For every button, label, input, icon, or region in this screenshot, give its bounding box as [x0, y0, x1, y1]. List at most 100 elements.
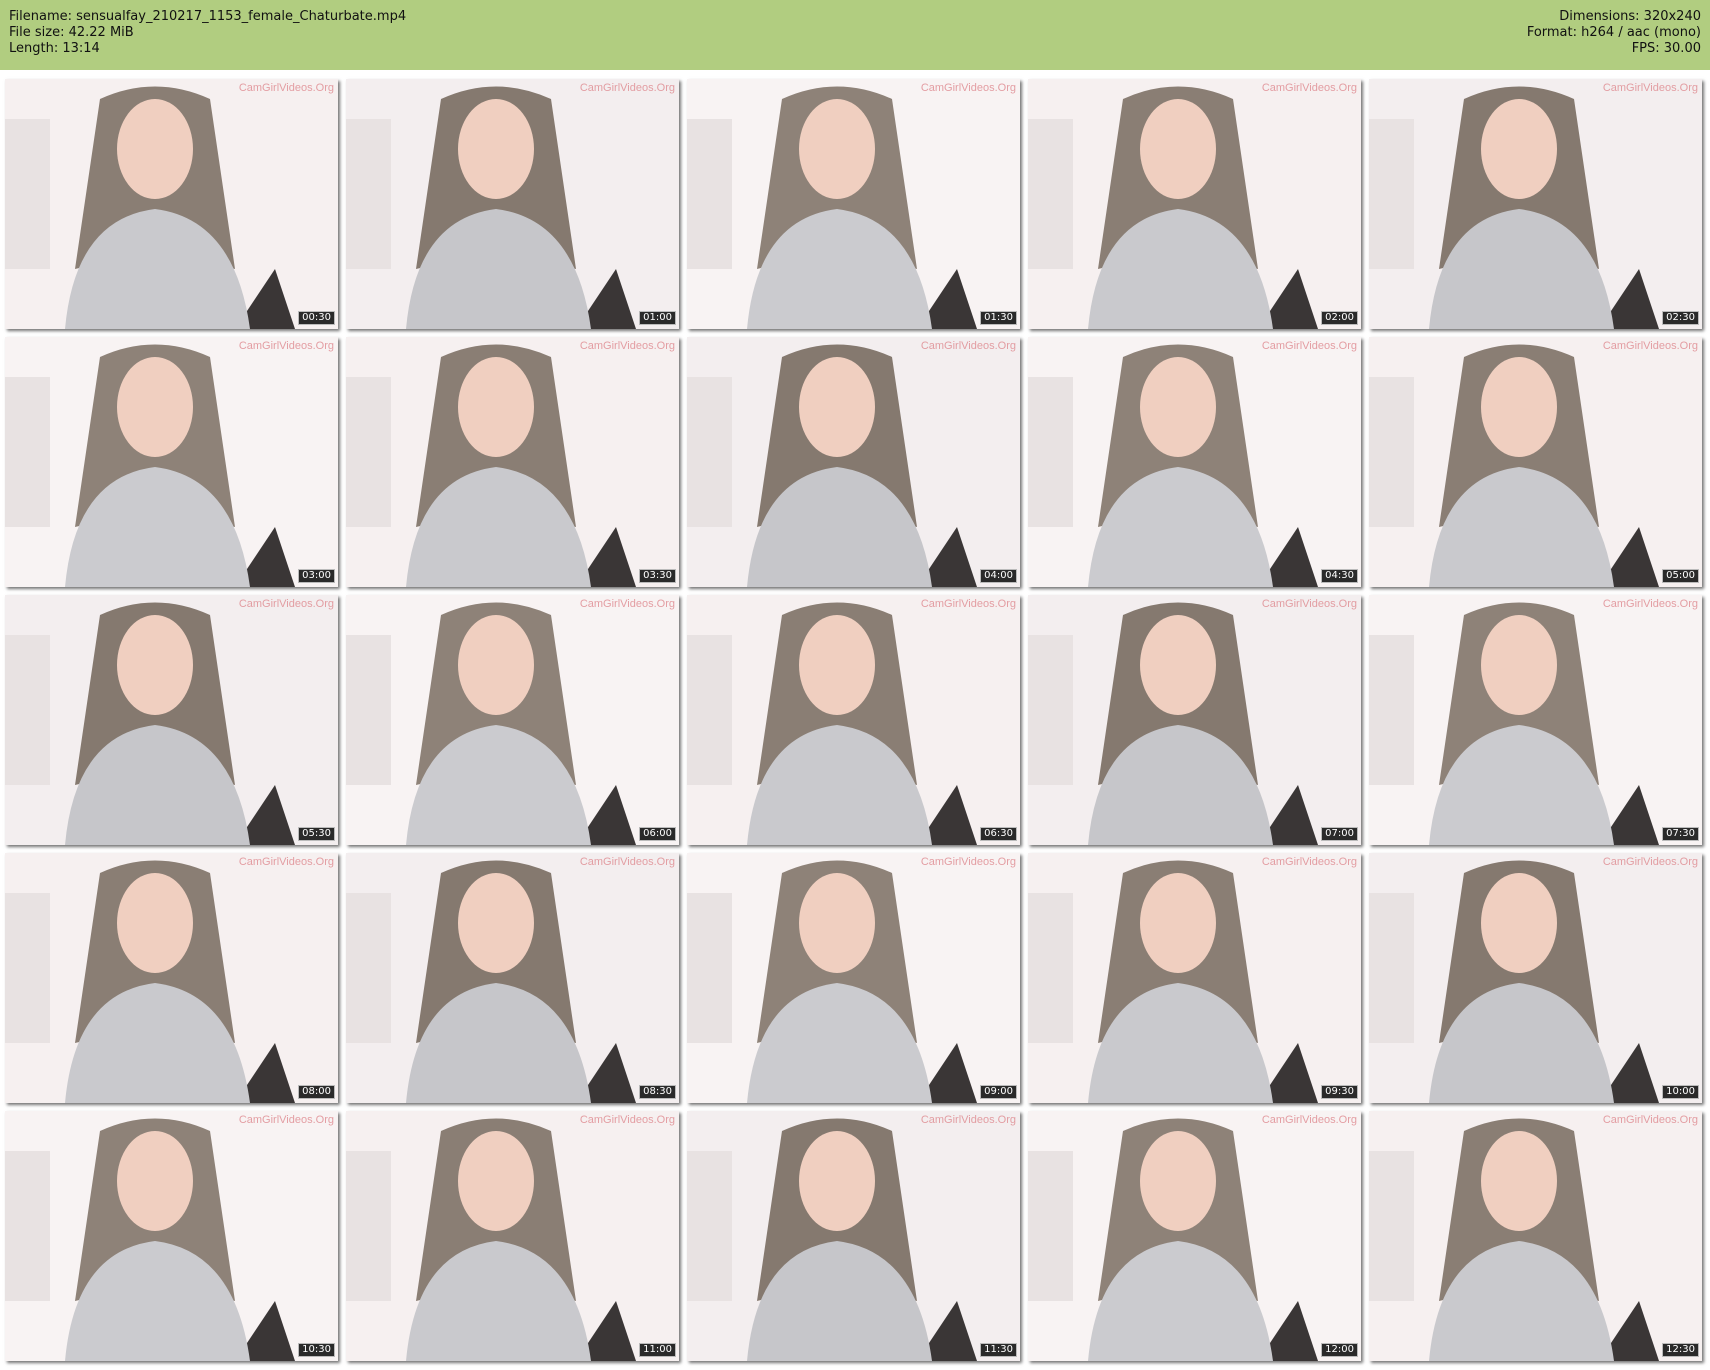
- timestamp-label: 09:00: [980, 1085, 1017, 1099]
- thumbnail-frame: [1369, 595, 1702, 845]
- thumbnail-frame: [1369, 79, 1702, 329]
- video-thumbnail: CamGirlVideos.Org 06:30: [687, 595, 1020, 845]
- thumbnail-frame: [5, 79, 338, 329]
- watermark-text: CamGirlVideos.Org: [579, 340, 675, 352]
- timestamp-label: 06:00: [639, 827, 676, 841]
- watermark-text: CamGirlVideos.Org: [1261, 598, 1357, 610]
- watermark-text: CamGirlVideos.Org: [238, 82, 334, 94]
- video-thumbnail: CamGirlVideos.Org 04:00: [687, 337, 1020, 587]
- video-thumbnail: CamGirlVideos.Org 08:00: [5, 853, 338, 1103]
- video-thumbnail: CamGirlVideos.Org 11:00: [346, 1111, 679, 1361]
- thumbnail-frame: [1369, 1111, 1702, 1361]
- watermark-text: CamGirlVideos.Org: [238, 598, 334, 610]
- thumbnail-frame: [687, 595, 1020, 845]
- thumbnail-frame: [346, 79, 679, 329]
- thumbnail-frame: [346, 1111, 679, 1361]
- watermark-text: CamGirlVideos.Org: [1602, 1114, 1698, 1126]
- watermark-text: CamGirlVideos.Org: [238, 340, 334, 352]
- video-thumbnail: CamGirlVideos.Org 09:30: [1028, 853, 1361, 1103]
- timestamp-label: 03:00: [298, 569, 335, 583]
- timestamp-label: 08:00: [298, 1085, 335, 1099]
- video-thumbnail: CamGirlVideos.Org 07:30: [1369, 595, 1702, 845]
- length-text: Length: 13:14: [9, 41, 100, 56]
- timestamp-label: 00:30: [298, 311, 335, 325]
- watermark-text: CamGirlVideos.Org: [920, 856, 1016, 868]
- watermark-text: CamGirlVideos.Org: [579, 856, 675, 868]
- timestamp-label: 02:00: [1321, 311, 1358, 325]
- thumbnail-frame: [346, 853, 679, 1103]
- video-thumbnail: CamGirlVideos.Org 04:30: [1028, 337, 1361, 587]
- watermark-text: CamGirlVideos.Org: [920, 1114, 1016, 1126]
- timestamp-label: 09:30: [1321, 1085, 1358, 1099]
- timestamp-label: 10:00: [1662, 1085, 1699, 1099]
- video-thumbnail: CamGirlVideos.Org 05:30: [5, 595, 338, 845]
- timestamp-label: 04:00: [980, 569, 1017, 583]
- file-info-right: Dimensions: 320x240 Format: h264 / aac (m…: [1527, 9, 1701, 57]
- timestamp-label: 12:30: [1662, 1343, 1699, 1357]
- thumbnail-frame: [1028, 79, 1361, 329]
- video-thumbnail: CamGirlVideos.Org 12:00: [1028, 1111, 1361, 1361]
- thumbnail-frame: [687, 1111, 1020, 1361]
- video-thumbnail: CamGirlVideos.Org 09:00: [687, 853, 1020, 1103]
- watermark-text: CamGirlVideos.Org: [238, 1114, 334, 1126]
- watermark-text: CamGirlVideos.Org: [1261, 82, 1357, 94]
- timestamp-label: 03:30: [639, 569, 676, 583]
- watermark-text: CamGirlVideos.Org: [579, 1114, 675, 1126]
- watermark-text: CamGirlVideos.Org: [1602, 856, 1698, 868]
- thumbnail-frame: [1028, 595, 1361, 845]
- watermark-text: CamGirlVideos.Org: [920, 82, 1016, 94]
- video-thumbnail: CamGirlVideos.Org 03:00: [5, 337, 338, 587]
- timestamp-label: 05:00: [1662, 569, 1699, 583]
- timestamp-label: 10:30: [298, 1343, 335, 1357]
- info-header: Filename: sensualfay_210217_1153_female_…: [0, 0, 1710, 70]
- timestamp-label: 07:30: [1662, 827, 1699, 841]
- thumbnail-frame: [1028, 337, 1361, 587]
- video-thumbnail: CamGirlVideos.Org 08:30: [346, 853, 679, 1103]
- watermark-text: CamGirlVideos.Org: [579, 598, 675, 610]
- timestamp-label: 11:30: [980, 1343, 1017, 1357]
- filesize-text: File size: 42.22 MiB: [9, 25, 134, 40]
- timestamp-label: 05:30: [298, 827, 335, 841]
- watermark-text: CamGirlVideos.Org: [920, 340, 1016, 352]
- timestamp-label: 11:00: [639, 1343, 676, 1357]
- video-thumbnail: CamGirlVideos.Org 02:30: [1369, 79, 1702, 329]
- watermark-text: CamGirlVideos.Org: [1602, 82, 1698, 94]
- timestamp-label: 01:30: [980, 311, 1017, 325]
- thumbnail-frame: [687, 853, 1020, 1103]
- video-thumbnail: CamGirlVideos.Org 06:00: [346, 595, 679, 845]
- watermark-text: CamGirlVideos.Org: [1261, 1114, 1357, 1126]
- video-thumbnail: CamGirlVideos.Org 00:30: [5, 79, 338, 329]
- watermark-text: CamGirlVideos.Org: [579, 82, 675, 94]
- thumbnail-frame: [1369, 853, 1702, 1103]
- thumbnail-frame: [5, 595, 338, 845]
- thumbnail-frame: [346, 595, 679, 845]
- watermark-text: CamGirlVideos.Org: [1602, 340, 1698, 352]
- thumbnail-frame: [1028, 1111, 1361, 1361]
- timestamp-label: 01:00: [639, 311, 676, 325]
- video-thumbnail: CamGirlVideos.Org 07:00: [1028, 595, 1361, 845]
- timestamp-label: 07:00: [1321, 827, 1358, 841]
- video-thumbnail: CamGirlVideos.Org 01:00: [346, 79, 679, 329]
- thumbnail-frame: [5, 1111, 338, 1361]
- thumbnail-frame: [5, 337, 338, 587]
- video-thumbnail: CamGirlVideos.Org 05:00: [1369, 337, 1702, 587]
- thumbnail-frame: [346, 337, 679, 587]
- video-thumbnail: CamGirlVideos.Org 01:30: [687, 79, 1020, 329]
- thumbnail-frame: [5, 853, 338, 1103]
- thumbnail-frame: [687, 79, 1020, 329]
- filename-text: Filename: sensualfay_210217_1153_female_…: [9, 9, 407, 24]
- file-info-left: Filename: sensualfay_210217_1153_female_…: [9, 9, 406, 57]
- watermark-text: CamGirlVideos.Org: [920, 598, 1016, 610]
- watermark-text: CamGirlVideos.Org: [238, 856, 334, 868]
- video-thumbnail: CamGirlVideos.Org 03:30: [346, 337, 679, 587]
- timestamp-label: 02:30: [1662, 311, 1699, 325]
- dimensions-text: Dimensions: 320x240: [1559, 9, 1701, 24]
- video-thumbnail: CamGirlVideos.Org 11:30: [687, 1111, 1020, 1361]
- watermark-text: CamGirlVideos.Org: [1261, 856, 1357, 868]
- thumbnail-frame: [1028, 853, 1361, 1103]
- thumbnail-frame: [687, 337, 1020, 587]
- thumbnail-frame: [1369, 337, 1702, 587]
- format-text: Format: h264 / aac (mono): [1526, 25, 1701, 40]
- watermark-text: CamGirlVideos.Org: [1602, 598, 1698, 610]
- timestamp-label: 08:30: [639, 1085, 676, 1099]
